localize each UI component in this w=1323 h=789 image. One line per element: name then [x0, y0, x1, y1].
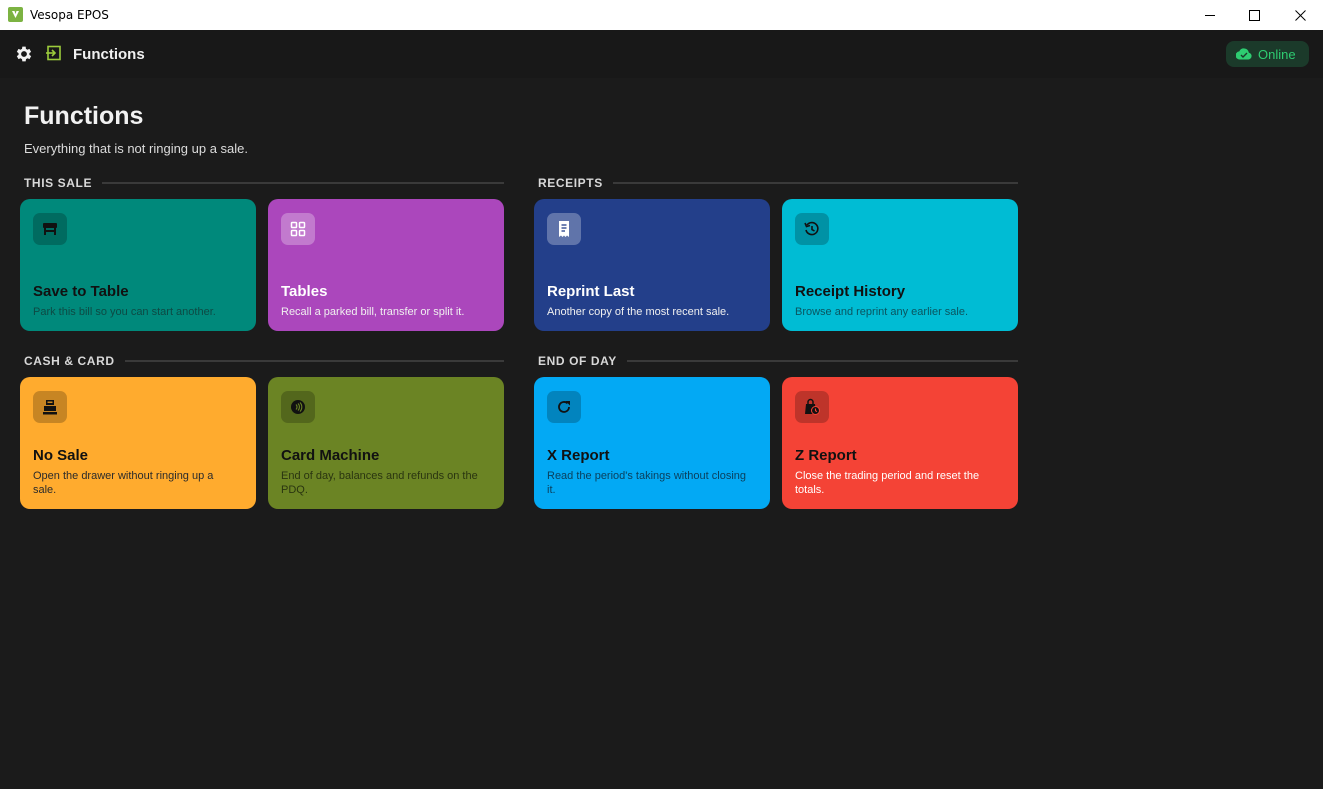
section-cash-card: CASH & CARD — [24, 354, 504, 368]
icon-tile — [795, 213, 829, 245]
icon-tile — [33, 213, 67, 245]
status-text: Online — [1258, 46, 1296, 62]
card-description: Open the drawer without ringing up a sal… — [33, 470, 214, 496]
section-divider — [124, 360, 504, 362]
app-logo-icon — [8, 7, 23, 22]
card-machine-button[interactable]: Card Machine End of day, balances and re… — [268, 377, 504, 509]
window-title: Vesopa EPOS — [30, 8, 109, 22]
z-report-button[interactable]: Z Report Close the trading period and re… — [782, 377, 1018, 509]
tables-button[interactable]: Tables Recall a parked bill, transfer or… — [268, 199, 504, 331]
bag-clock-icon — [805, 398, 820, 415]
maximize-button[interactable] — [1231, 0, 1277, 30]
contactless-icon — [291, 400, 305, 414]
exit-icon[interactable] — [46, 45, 62, 61]
card-description: Browse and reprint any earlier sale. — [795, 306, 969, 318]
section-divider — [626, 360, 1018, 362]
card-description: Close the trading period and reset the t… — [795, 470, 980, 496]
window-titlebar: Vesopa EPOS — [0, 0, 1323, 30]
close-icon — [1294, 9, 1306, 21]
table-icon — [43, 223, 57, 235]
section-this-sale: THIS SALE — [24, 176, 504, 190]
card-title: X Report — [547, 447, 610, 464]
save-to-table-button[interactable]: Save to Table Park this bill so you can … — [20, 199, 256, 331]
icon-tile — [281, 391, 315, 423]
minimize-icon — [1204, 14, 1215, 16]
no-sale-button[interactable]: No Sale Open the drawer without ringing … — [20, 377, 256, 509]
card-description: Park this bill so you can start another. — [33, 306, 216, 318]
close-button[interactable] — [1277, 0, 1323, 30]
section-label: THIS SALE — [24, 176, 93, 190]
reprint-last-button[interactable]: Reprint Last Another copy of the most re… — [534, 199, 770, 331]
receipt-history-button[interactable]: Receipt History Browse and reprint any e… — [782, 199, 1018, 331]
icon-tile — [33, 391, 67, 423]
card-description: End of day, balances and refunds on the … — [281, 470, 478, 496]
card-title: Reprint Last — [547, 283, 635, 300]
minimize-button[interactable] — [1187, 0, 1233, 30]
grid-icon — [290, 221, 306, 237]
card-title: Save to Table — [33, 283, 129, 300]
card-title: No Sale — [33, 447, 89, 464]
icon-tile — [547, 213, 581, 245]
cash-register-icon — [43, 400, 57, 415]
section-divider — [612, 182, 1018, 184]
online-status-badge: Online — [1226, 41, 1309, 67]
maximize-icon — [1248, 9, 1260, 21]
receipt-icon — [559, 221, 569, 237]
icon-tile — [547, 391, 581, 423]
section-receipts: RECEIPTS — [538, 176, 1018, 190]
icon-tile — [281, 213, 315, 245]
section-label: END OF DAY — [538, 354, 617, 368]
card-title: Card Machine — [281, 447, 380, 464]
section-end-of-day: END OF DAY — [538, 354, 1018, 368]
history-icon — [804, 221, 819, 236]
header-title: Functions — [73, 46, 145, 63]
app-header: Functions Online — [0, 30, 1323, 78]
section-label: CASH & CARD — [24, 354, 115, 368]
section-label: RECEIPTS — [538, 176, 603, 190]
card-title: Receipt History — [795, 283, 906, 300]
icon-tile — [795, 391, 829, 423]
card-description: Recall a parked bill, transfer or split … — [281, 306, 465, 318]
cloud-check-icon — [1236, 48, 1252, 60]
card-title: Z Report — [795, 447, 857, 464]
refresh-icon — [558, 401, 570, 413]
x-report-button[interactable]: X Report Read the period's takings witho… — [534, 377, 770, 509]
card-description: Read the period's takings without closin… — [547, 470, 746, 496]
gear-icon[interactable] — [14, 44, 34, 64]
page-subtitle: Everything that is not ringing up a sale… — [24, 141, 249, 156]
section-divider — [102, 182, 504, 184]
card-title: Tables — [281, 283, 328, 300]
card-description: Another copy of the most recent sale. — [547, 306, 730, 318]
page-title: Functions — [24, 102, 144, 130]
